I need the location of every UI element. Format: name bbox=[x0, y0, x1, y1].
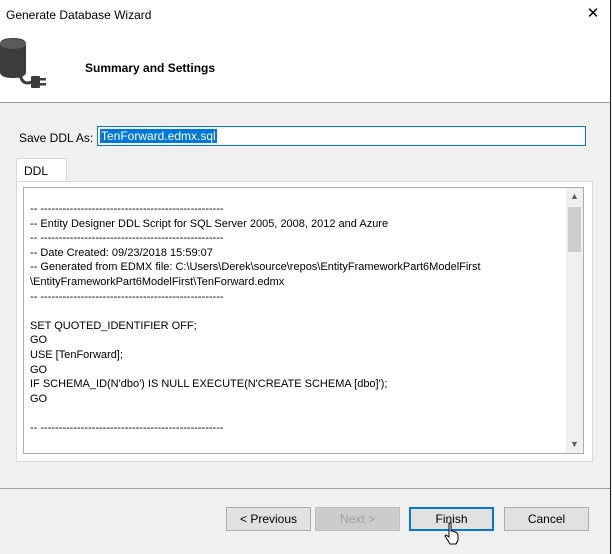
cancel-button[interactable]: Cancel bbox=[504, 507, 589, 531]
ddl-textarea[interactable]: -- -------------------------------------… bbox=[23, 187, 584, 454]
header-divider bbox=[0, 102, 610, 103]
mouse-pointer-icon bbox=[444, 522, 459, 545]
page-title: Summary and Settings bbox=[85, 61, 216, 75]
footer-divider bbox=[0, 488, 610, 489]
close-icon[interactable]: ✕ bbox=[582, 3, 604, 25]
title-bar: Generate Database Wizard ✕ bbox=[0, 0, 610, 30]
tab-ddl[interactable]: DDL bbox=[16, 158, 67, 182]
wizard-header: Summary and Settings bbox=[0, 30, 610, 102]
save-ddl-input[interactable]: TenForward.edmx.sql bbox=[97, 126, 586, 146]
next-button[interactable]: Next > bbox=[315, 507, 400, 531]
previous-button[interactable]: < Previous bbox=[226, 507, 311, 531]
tab-ddl-label: DDL bbox=[24, 164, 49, 178]
database-connect-icon bbox=[0, 38, 46, 88]
scroll-up-icon[interactable]: ▲ bbox=[566, 188, 583, 205]
ddl-script-text: -- -------------------------------------… bbox=[30, 203, 481, 434]
scroll-thumb[interactable] bbox=[568, 207, 581, 252]
save-ddl-value: TenForward.edmx.sql bbox=[100, 129, 217, 143]
scroll-down-icon[interactable]: ▼ bbox=[566, 436, 583, 453]
ddl-vertical-scrollbar[interactable]: ▲ ▼ bbox=[566, 188, 583, 453]
wizard-window: Generate Database Wizard ✕ Summary and S… bbox=[0, 0, 611, 554]
save-ddl-label: Save DDL As: bbox=[19, 131, 94, 145]
window-title: Generate Database Wizard bbox=[6, 8, 152, 22]
